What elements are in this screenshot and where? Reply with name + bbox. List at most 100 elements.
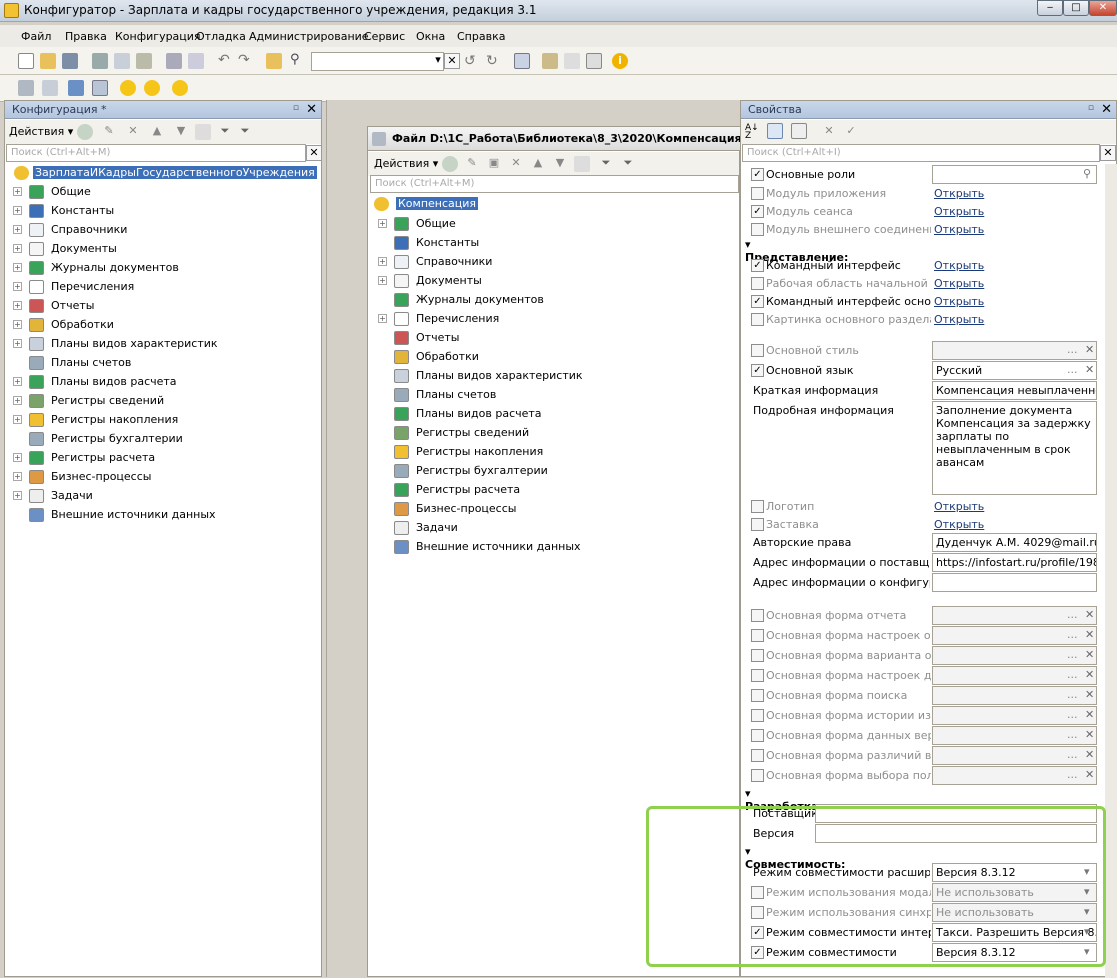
open-link[interactable]: Открыть [934,259,984,272]
new-icon[interactable] [18,53,34,69]
syntax-icon[interactable] [564,53,580,69]
save-icon[interactable] [62,53,78,69]
open-link[interactable]: Открыть [934,518,984,531]
config-compare-icon[interactable] [42,80,58,96]
expand-icon[interactable]: + [13,415,22,424]
prop-row[interactable]: Логотип Открыть [741,497,1105,517]
open-link[interactable]: Открыть [934,187,984,200]
clear-icon[interactable]: ✕ [821,124,837,140]
open-link[interactable]: Открыть [934,500,984,513]
checkbox[interactable] [751,669,764,682]
checkbox[interactable] [751,689,764,702]
checkbox[interactable] [751,769,764,782]
expand-icon[interactable]: + [13,491,22,500]
prop-row[interactable]: Краткая информация Компенсация невыплачен… [741,381,1105,401]
clear-icon[interactable]: ✕ [1085,628,1094,641]
checkbox[interactable] [751,277,764,290]
open-link[interactable]: Открыть [934,313,984,326]
prop-row[interactable]: ✓ Основные роли ⚲ [741,165,1105,185]
select-dots-button[interactable]: ... [1067,728,1078,741]
expand-icon[interactable]: + [13,301,22,310]
prop-row[interactable]: Адрес информации о конфигураци [741,573,1105,593]
checkbox[interactable]: ✓ [751,295,764,308]
config-open-icon[interactable] [18,80,34,96]
categories-icon[interactable] [767,123,783,139]
filter-props-icon[interactable] [791,123,807,139]
clear-filter-icon[interactable]: ⏷ [620,156,636,172]
menu-help[interactable]: Справка [457,30,505,43]
clear-icon[interactable]: ✕ [1085,688,1094,701]
checkbox[interactable]: ✓ [751,259,764,272]
cut-icon[interactable] [92,53,108,69]
info-icon[interactable]: i [612,53,628,69]
checkbox[interactable] [751,729,764,742]
checkbox[interactable] [751,649,764,662]
clear-icon[interactable]: ✕ [1085,608,1094,621]
prop-row[interactable]: Основная форма истории измен... ✕ [741,706,1105,726]
checkbox[interactable] [751,518,764,531]
search-icon[interactable]: ⚲ [290,53,306,69]
menu-windows[interactable]: Окна [416,30,445,43]
start-debug-icon[interactable] [120,80,136,96]
copy-icon[interactable] [114,53,130,69]
pin-icon[interactable]: ▫ [1088,103,1094,113]
config-search[interactable]: Поиск (Ctrl+Alt+M) [6,144,306,162]
prop-value[interactable]: https://infostart.ru/profile/19841/ [932,553,1097,572]
checkbox[interactable] [751,223,764,236]
move-up-icon[interactable]: ▲ [530,156,546,172]
maximize-button[interactable]: □ [1063,0,1089,16]
prop-row[interactable]: Заставка Открыть [741,515,1105,535]
clear-icon[interactable]: ✕ [1085,748,1094,761]
checkbox[interactable] [751,629,764,642]
expand-icon[interactable]: + [378,257,387,266]
add-icon[interactable] [442,156,458,172]
prop-row[interactable]: Основной стиль... ✕ [741,341,1105,361]
clear-icon[interactable]: ✕ [1085,343,1094,356]
delete-icon[interactable]: ✕ [125,124,141,140]
close-window-button[interactable]: ✕ [1089,0,1117,16]
undo-icon[interactable]: ↶ [218,53,234,69]
expand-icon[interactable]: + [13,225,22,234]
db-icon[interactable] [92,80,108,96]
clear-properties-search[interactable]: ✕ [1100,145,1116,161]
expand-icon[interactable]: + [13,263,22,272]
prop-row[interactable]: ✓ Модуль сеанса Открыть [741,202,1105,222]
prop-row[interactable]: Основная форма варианта отчет... ✕ [741,646,1105,666]
filter-icon[interactable]: ⏷ [217,124,233,140]
menu-admin[interactable]: Администрирование [249,30,369,43]
prop-row[interactable]: Подробная информация Заполнение документа… [741,401,1105,495]
select-dots-button[interactable]: ... [1067,648,1078,661]
open-link[interactable]: Открыть [934,277,984,290]
start-without-debug-icon[interactable] [144,80,160,96]
clear-icon[interactable]: ✕ [1085,728,1094,741]
expand-icon[interactable]: + [378,276,387,285]
checkbox[interactable] [751,344,764,357]
filter-icon[interactable]: ⏷ [598,156,614,172]
move-down-icon[interactable]: ▼ [552,156,568,172]
prop-row[interactable]: Основная форма данных версии... ✕ [741,726,1105,746]
checkbox[interactable] [751,709,764,722]
clear-icon[interactable]: ✕ [1085,363,1094,376]
delete-icon[interactable]: ✕ [508,156,524,172]
move-up-icon[interactable]: ▲ [149,124,165,140]
prop-row[interactable]: ✓ Командный интерфейс Открыть [741,256,1105,276]
find-prev-icon[interactable]: ↺ [464,53,480,69]
expand-icon[interactable]: + [13,472,22,481]
prop-row[interactable]: Картинка основного раздела Открыть [741,310,1105,330]
expand-icon[interactable]: + [13,339,22,348]
expand-icon[interactable]: + [378,219,387,228]
clear-icon[interactable]: ✕ [1085,708,1094,721]
clear-search-button[interactable]: ✕ [444,53,460,69]
checkbox[interactable] [751,749,764,762]
wizard-icon[interactable] [542,53,558,69]
close-icon[interactable]: ✕ [306,102,317,117]
open-icon[interactable] [40,53,56,69]
prop-row[interactable]: ✓ Основной язык Русский... ✕ [741,361,1105,381]
close-icon[interactable]: ✕ [1101,102,1112,117]
clear-icon[interactable]: ✕ [1085,668,1094,681]
checkbox[interactable]: ✓ [751,205,764,218]
clear-filter-icon[interactable]: ⏷ [237,124,253,140]
file-actions-button[interactable]: Действия ▾ [374,157,438,170]
checkbox[interactable]: ✓ [751,364,764,377]
copy-icon[interactable]: ▣ [486,156,502,172]
